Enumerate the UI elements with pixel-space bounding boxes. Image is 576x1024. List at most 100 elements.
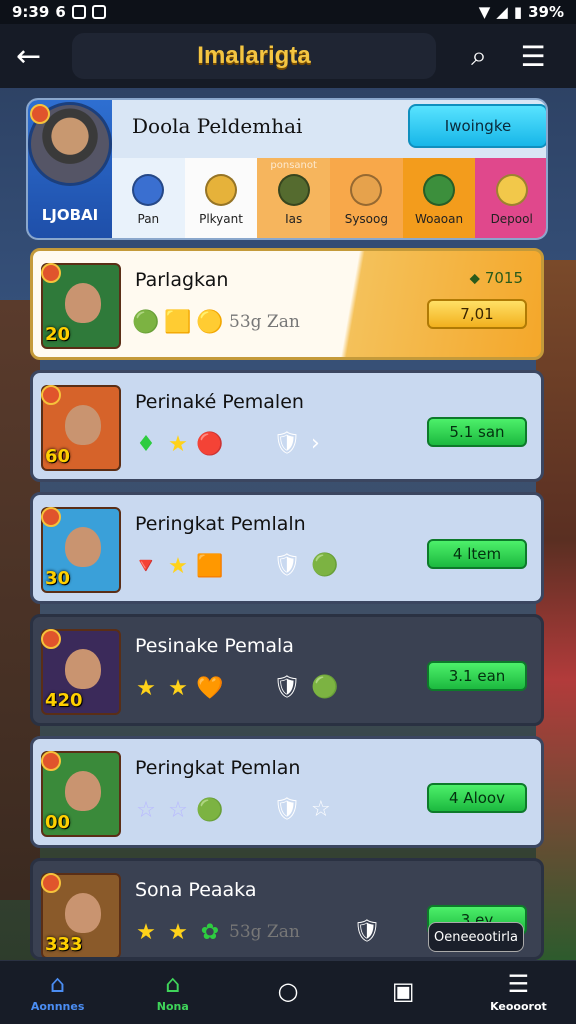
back-arrow-icon[interactable]: ← [16, 39, 56, 74]
badge-icon: › [310, 431, 320, 456]
profile-action-button[interactable]: Iwoingke [408, 104, 546, 148]
badge-icon: 🟢 [310, 675, 339, 700]
player-thumbnail: 20 [41, 263, 121, 349]
reward-icon: ★ [168, 553, 188, 579]
list-item[interactable]: 30 Peringkat Pemlaln 🔻 ★ 🟧 🛡 🟢 4 ltem [30, 492, 544, 604]
rank-button[interactable]: 4 ltem [427, 539, 527, 569]
player-face [65, 649, 101, 689]
reward-icon: 🧡 [196, 675, 224, 701]
nav-item[interactable]: ○ [230, 961, 345, 1024]
toast-message: Oeneeootirla [428, 922, 524, 952]
extra-icons: 🛡 🟢 [273, 675, 338, 700]
app-bar: ← Imalarigta ⌕ ☰ [0, 24, 576, 88]
reward-icon: ★ [168, 675, 188, 701]
nav-icon: ○ [277, 976, 299, 1005]
player-thumbnail: 420 [41, 629, 121, 715]
player-face [65, 527, 101, 567]
search-icon[interactable]: ⌕ [452, 39, 506, 73]
nav-item[interactable]: ⌂ Nona [115, 961, 230, 1024]
player-thumbnail: 333 [41, 873, 121, 957]
reward-icon: ★ [168, 431, 188, 457]
reward-icon: 🟢 [196, 797, 224, 823]
character-icon [205, 174, 237, 206]
reward-icons: 🟢 🟨 🟡 53g Zan [132, 309, 300, 335]
reward-icon: ✿ [200, 919, 220, 945]
player-level: 30 [45, 568, 71, 589]
rank-button[interactable]: 3.1 ean [427, 661, 527, 691]
extra-icons: 🛡 [353, 919, 381, 944]
reward-icons: ♦ ★ 🔴 [133, 431, 224, 457]
category-tab[interactable]: Pan [112, 158, 185, 238]
category-tab[interactable]: Woaoan [402, 158, 476, 238]
character-icon [132, 174, 165, 206]
reward-icon: 🔻 [132, 553, 160, 579]
reward-icons: 🔻 ★ 🟧 [132, 553, 224, 579]
badge-icon: ☆ [310, 797, 331, 822]
reward-icon: ★ [136, 675, 156, 701]
reward-icon: ★ [168, 919, 188, 945]
score-value: ⬥ 7015 [469, 269, 523, 287]
rank-badge-icon [41, 751, 61, 771]
reward-icon: ♦ [136, 431, 156, 457]
bottom-navigation: ⌂ Aonnnes ⌂ Nona ○ ▣ ☰ Keooorot [0, 960, 576, 1024]
profile-name: Doola Peldemhai [132, 114, 303, 138]
category-tab[interactable]: Depool [475, 158, 546, 238]
player-level: 420 [45, 690, 83, 711]
nav-icon: ⌂ [49, 970, 66, 998]
player-name: Parlagkan [135, 269, 229, 291]
tab-label: Ias [285, 212, 303, 226]
reward-icon: 🔴 [196, 431, 224, 457]
nav-icon: ⌂ [165, 970, 181, 998]
rank-badge-icon [41, 873, 61, 893]
reward-icons: ★ ★ ✿ 53g Zan [133, 919, 300, 945]
reward-icon: 🟨 [164, 309, 192, 335]
badge-icon: 🛡 [273, 675, 301, 700]
image-icon [91, 5, 106, 19]
rank-button[interactable]: 5.1 san [427, 417, 527, 447]
character-icon [423, 174, 456, 206]
page-title: Imalarigta [197, 42, 311, 69]
rank-badge-icon [41, 629, 61, 649]
player-name: Peringkat Pemlaln [135, 513, 306, 535]
rank-button[interactable]: 7,01 [427, 299, 527, 329]
battery-icon: ▮ [513, 3, 523, 21]
status-extra: 6 [55, 3, 66, 21]
player-face [65, 283, 101, 323]
list-item[interactable]: 20 Parlagkan 🟢 🟨 🟡 53g Zan ⬥ 7015 7,01 [30, 248, 544, 360]
character-icon [350, 174, 383, 206]
tab-label: Sysoog [344, 212, 388, 226]
rank-button[interactable]: 4 Aloov [427, 783, 527, 813]
reward-icon: 🟧 [196, 553, 224, 579]
status-bar: 9:39 6 ▼ ◢ ▮ 39% [0, 0, 576, 24]
nav-label: Nona [156, 1000, 189, 1013]
profile-panel: LJOBAI Doola Peldemhai Iwoingke Pan Plkya… [26, 98, 548, 240]
nav-item[interactable]: ⌂ Aonnnes [0, 961, 115, 1024]
nav-label: Keooorot [490, 1000, 547, 1013]
player-name: Perinaké Pemalen [135, 391, 304, 413]
list-item[interactable]: 420 Pesinake Pemala ★ ★ 🧡 🛡 🟢 3.1 ean [30, 614, 544, 726]
player-name: Sona Peaaka [135, 879, 257, 901]
player-thumbnail: 60 [41, 385, 121, 471]
sub-text: 53g Zan [229, 312, 300, 332]
character-icon [277, 174, 310, 206]
menu-icon[interactable]: ☰ [506, 40, 560, 73]
nav-item[interactable]: ☰ Keooorot [461, 961, 576, 1024]
category-tab[interactable]: Plkyant [184, 158, 258, 238]
nav-icon: ☰ [507, 970, 530, 998]
sub-text: 53g Zan [229, 922, 300, 942]
nav-item[interactable]: ▣ [346, 961, 461, 1024]
category-tab[interactable]: ponsanot Ias [257, 158, 331, 238]
title-box: Imalarigta [72, 33, 436, 79]
list-item[interactable]: 60 Perinaké Pemalen ♦ ★ 🔴 🛡 › 5.1 san [30, 370, 544, 482]
tab-label: Plkyant [199, 212, 243, 226]
badge-icon: 🟢 [310, 553, 339, 578]
rank-badge-icon [41, 385, 61, 405]
tab-label: Pan [137, 212, 160, 226]
player-name: Pesinake Pemala [135, 635, 294, 657]
list-item[interactable]: 00 Peringkat Pemlan ☆ ☆ 🟢 🛡 ☆ 4 Aloov [30, 736, 544, 848]
nav-icon: ▣ [391, 976, 415, 1005]
reward-icons: ☆ ☆ 🟢 [133, 797, 224, 823]
category-tab[interactable]: Sysoog [330, 158, 403, 238]
reward-icon: ☆ [168, 797, 188, 823]
badge-icon: 🛡 [273, 431, 301, 456]
